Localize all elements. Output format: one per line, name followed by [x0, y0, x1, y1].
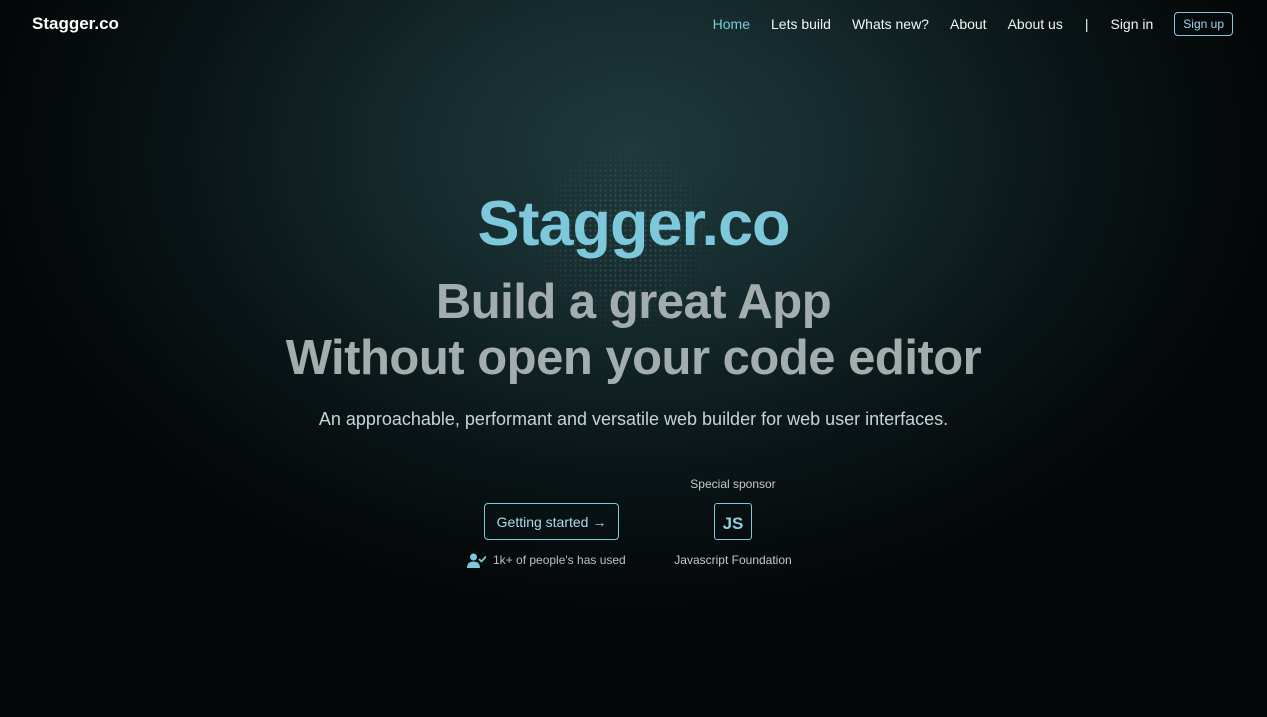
- top-navigation-bar: Stagger.co Home Lets build Whats new? Ab…: [0, 0, 1267, 50]
- nav-whats-new[interactable]: Whats new?: [852, 16, 929, 32]
- sponsor-name: Javascript Foundation: [674, 553, 792, 567]
- getting-started-button[interactable]: Getting started →: [484, 503, 619, 540]
- hero-headline-line2: Without open your code editor: [285, 331, 982, 385]
- nav-about-us[interactable]: About us: [1008, 16, 1063, 32]
- brand-logo[interactable]: Stagger.co: [32, 14, 119, 34]
- nav-about[interactable]: About: [950, 16, 987, 32]
- hero-brand-title: Stagger.co: [477, 189, 790, 259]
- sponsor-label: Special sponsor: [690, 477, 776, 491]
- user-check-icon: [467, 553, 486, 568]
- main-nav: Home Lets build Whats new? About About u…: [692, 11, 1233, 37]
- nav-home[interactable]: Home: [713, 16, 750, 32]
- users-count: 1k+ of people's has used: [467, 551, 626, 569]
- sign-in-link[interactable]: Sign in: [1110, 16, 1153, 32]
- hero-headline-line1: Build a great App: [435, 275, 832, 329]
- nav-separator: |: [1084, 16, 1089, 32]
- nav-lets-build[interactable]: Lets build: [771, 16, 831, 32]
- js-logo-text: JS: [722, 514, 744, 533]
- javascript-foundation-logo[interactable]: JS: [714, 503, 752, 540]
- hero-subtitle: An approachable, performant and versatil…: [318, 409, 949, 429]
- sign-up-button[interactable]: Sign up: [1174, 12, 1233, 36]
- users-count-text: 1k+ of people's has used: [493, 553, 626, 567]
